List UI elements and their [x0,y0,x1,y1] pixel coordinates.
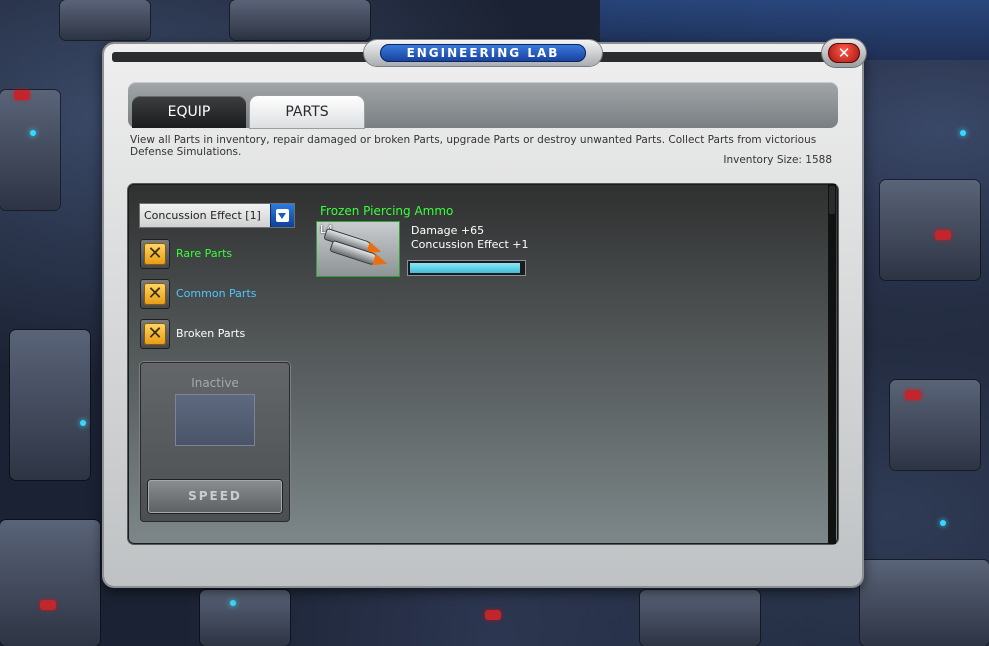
parts-panel: Concussion Effect [1] ✕ Rare Parts ✕ Com… [128,184,838,544]
rare-parts-checkbox[interactable]: ✕ [140,239,170,269]
parts-scrollbar[interactable] [828,184,836,544]
part-name: Frozen Piercing Ammo [320,204,454,218]
check-x-icon: ✕ [144,323,166,345]
speed-panel: Inactive SPEED [140,362,290,522]
inventory-size: Inventory Size: 1588 [723,154,832,166]
map-structure [60,0,150,40]
part-stat-damage: Damage +65 [411,224,485,237]
map-light-blue [940,520,946,526]
window-title: ENGINEERING LAB [380,44,586,62]
map-structure [890,380,980,470]
map-structure [880,180,980,280]
check-x-icon: ✕ [144,243,166,265]
filter-broken-parts[interactable]: ✕ Broken Parts [140,319,300,349]
chevron-down-icon [276,209,289,222]
map-light-red [905,390,921,400]
part-stats: Damage +65 Concussion Effect +1 [411,224,529,252]
map-structure [10,330,90,480]
broken-parts-label: Broken Parts [176,327,246,340]
map-structure [0,520,100,646]
speed-button[interactable]: SPEED [148,480,282,513]
map-light-blue [960,130,966,136]
map-light-red [485,610,501,620]
part-health-fill [410,263,520,273]
map-structure [640,590,760,646]
speed-item-slot[interactable] [175,394,255,446]
part-thumbnail[interactable]: L4 [317,222,399,276]
tab-parts[interactable]: PARTS [250,96,364,128]
close-button[interactable]: ✕ [822,39,866,67]
scroll-thumb[interactable] [829,186,835,214]
map-light-red [14,90,30,100]
effect-filter-dropdown[interactable]: Concussion Effect [1] [139,203,295,228]
part-health-bar [408,261,525,275]
dropdown-toggle-button[interactable] [270,204,294,227]
map-structure [860,560,989,646]
dropdown-value: Concussion Effect [1] [144,209,261,222]
filter-rare-parts[interactable]: ✕ Rare Parts [140,239,300,269]
map-structure [200,590,290,646]
map-light-blue [230,600,236,606]
filter-common-parts[interactable]: ✕ Common Parts [140,279,300,309]
close-icon: ✕ [828,43,860,63]
engineering-lab-window: ENGINEERING LAB ✕ EQUIP PARTS View all P… [104,39,866,586]
map-light-blue [80,420,86,426]
broken-parts-checkbox[interactable]: ✕ [140,319,170,349]
check-x-icon: ✕ [144,283,166,305]
common-parts-label: Common Parts [176,287,257,300]
title-plate: ENGINEERING LAB [364,40,602,66]
tab-equip[interactable]: EQUIP [132,96,246,128]
part-stat-concussion: Concussion Effect +1 [411,238,529,251]
map-light-red [935,230,951,240]
map-structure [230,0,370,40]
map-light-red [40,600,56,610]
speed-status: Inactive [191,376,239,390]
tab-bar: EQUIP PARTS [128,82,838,128]
map-light-blue [30,130,36,136]
common-parts-checkbox[interactable]: ✕ [140,279,170,309]
rare-parts-label: Rare Parts [176,247,233,260]
map-structure [0,90,60,210]
